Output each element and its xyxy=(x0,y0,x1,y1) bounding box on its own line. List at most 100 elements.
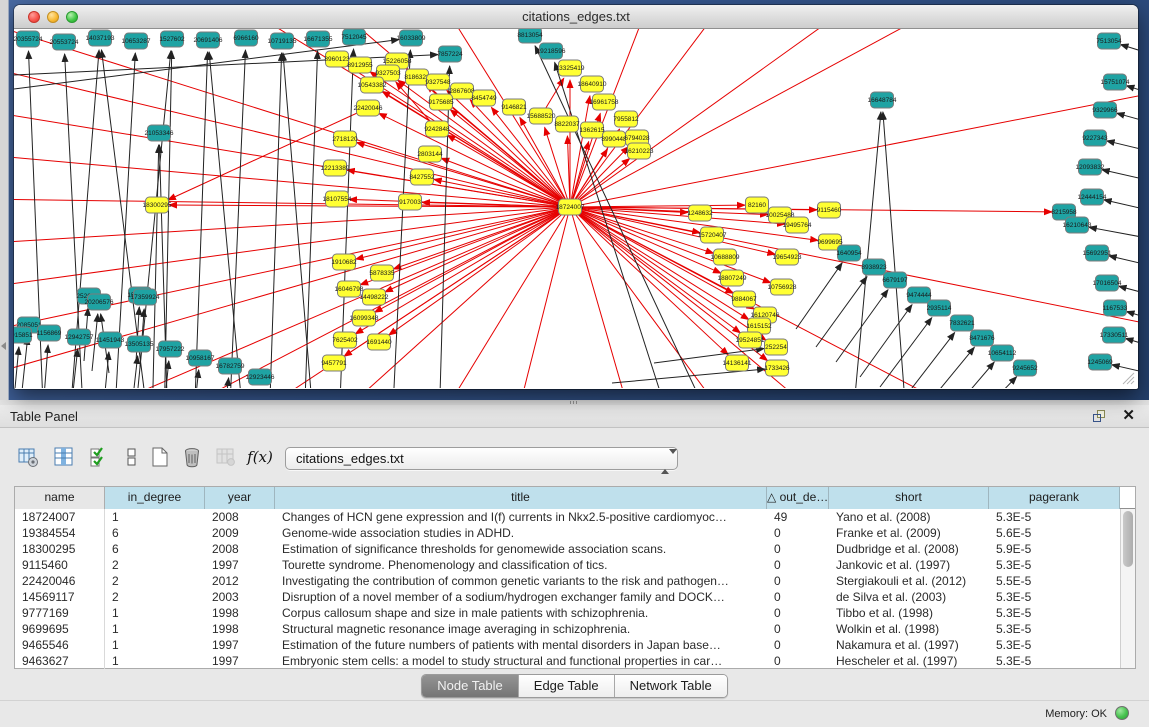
graph-node-yellow[interactable]: 2803144 xyxy=(417,146,443,162)
graph-edge[interactable] xyxy=(283,53,314,388)
graph-node-yellow[interactable]: 12213389 xyxy=(321,160,350,176)
scrollbar-thumb[interactable] xyxy=(1123,511,1133,567)
graph-edge[interactable] xyxy=(816,277,867,347)
graph-edge[interactable] xyxy=(902,333,955,388)
graph-node-yellow[interactable]: 7625402 xyxy=(332,332,358,348)
select-rows-button[interactable] xyxy=(86,443,114,471)
graph-edge[interactable] xyxy=(434,207,570,388)
graph-node-teal[interactable]: 20355724 xyxy=(14,31,43,47)
graph-edge[interactable] xyxy=(269,53,282,388)
table-row[interactable]: 1456911722003Disruption of a novel membe… xyxy=(15,589,1135,605)
graph-node-yellow[interactable]: 10756928 xyxy=(768,279,797,295)
graph-node-yellow[interactable]: 9242848 xyxy=(424,121,450,137)
graph-node-yellow[interactable]: 15688520 xyxy=(527,108,556,124)
graph-node-teal[interactable]: 16648784 xyxy=(868,92,897,108)
graph-node-teal[interactable]: 7512045 xyxy=(341,29,367,45)
graph-node-teal[interactable]: 12444154 xyxy=(1078,189,1107,205)
graph-node-teal[interactable]: 8813054 xyxy=(517,29,543,43)
graph-node-teal[interactable]: 17330511 xyxy=(1100,327,1129,343)
graph-edge[interactable] xyxy=(922,347,974,388)
close-panel-icon[interactable]: ✕ xyxy=(1122,408,1135,424)
graph-node-teal[interactable]: 10654112 xyxy=(988,345,1017,361)
graph-edge[interactable] xyxy=(570,96,590,207)
graph-node-teal[interactable]: 8471676 xyxy=(969,330,995,346)
graph-node-yellow[interactable]: 9115460 xyxy=(817,202,842,218)
graph-node-yellow[interactable]: 19495764 xyxy=(783,217,812,233)
graph-edge[interactable] xyxy=(392,50,410,388)
graph-edge[interactable] xyxy=(860,305,912,377)
graph-node-yellow[interactable]: 8990448 xyxy=(601,131,627,147)
graph-node-yellow[interactable]: 1910682 xyxy=(331,254,357,270)
table-row[interactable]: 911546021997Tourette syndrome. Phenomeno… xyxy=(15,557,1135,573)
graph-node-teal[interactable]: 17359924 xyxy=(131,289,160,305)
graph-edge[interactable] xyxy=(570,29,654,207)
graph-node-yellow[interactable]: 16210223 xyxy=(625,143,654,159)
graph-edge[interactable] xyxy=(447,135,570,207)
graph-node-yellow[interactable]: 18107554 xyxy=(323,191,352,207)
graph-node-yellow[interactable]: 8912955 xyxy=(347,57,373,73)
graph-edge[interactable] xyxy=(132,356,138,388)
tab-node-table[interactable]: Node Table xyxy=(422,675,519,697)
graph-node-teal[interactable]: 7832621 xyxy=(949,315,975,331)
graph-node-teal[interactable]: 6966160 xyxy=(233,30,259,46)
graph-node-teal[interactable]: 9245652 xyxy=(1012,360,1038,376)
graph-node-teal[interactable]: 16782759 xyxy=(216,358,245,374)
new-column-button[interactable] xyxy=(146,443,174,471)
graph-node-teal[interactable]: 9329966 xyxy=(1092,102,1118,118)
graph-node-yellow[interactable]: 18300295 xyxy=(143,197,172,213)
graph-node-yellow[interactable]: 1733426 xyxy=(764,360,790,376)
graph-node-yellow[interactable]: 9884067 xyxy=(731,291,757,307)
graph-node-teal[interactable]: 20691406 xyxy=(194,32,223,48)
graph-node-teal[interactable]: 10719135 xyxy=(268,33,297,49)
graph-node-yellow[interactable]: 252254 xyxy=(765,339,788,355)
delete-column-button[interactable] xyxy=(178,443,206,471)
graph-node-yellow[interactable]: 22420046 xyxy=(354,100,383,116)
delete-table-button[interactable] xyxy=(212,443,240,471)
graph-node-yellow[interactable]: 16961758 xyxy=(590,94,619,110)
graph-node-yellow[interactable]: 8822037 xyxy=(554,116,580,132)
graph-node-yellow[interactable]: 14498222 xyxy=(360,289,389,305)
graph-node-yellow[interactable]: 19654923 xyxy=(773,249,802,265)
graph-node-yellow[interactable]: 5878335 xyxy=(369,265,395,281)
graph-node-yellow[interactable]: 8960123 xyxy=(324,51,350,67)
graph-node-yellow[interactable]: 15720407 xyxy=(698,227,727,243)
graph-node-teal[interactable]: 12942757 xyxy=(65,329,94,345)
graph-node-yellow[interactable]: 9327548 xyxy=(425,74,451,90)
graph-node-teal[interactable]: 13505135 xyxy=(125,336,154,352)
column-header-title[interactable]: title xyxy=(275,487,767,509)
graph-node-teal[interactable]: 21053346 xyxy=(145,125,174,141)
function-builder-button[interactable]: f(x) xyxy=(246,443,274,471)
graph-node-teal[interactable]: 9227343 xyxy=(1082,130,1108,146)
graph-node-yellow[interactable]: 18640910 xyxy=(578,76,607,92)
graph-node-yellow[interactable]: 18724007 xyxy=(556,199,585,215)
table-row[interactable]: 946362711997Embryonic stem cells: a mode… xyxy=(15,653,1135,669)
graph-edge[interactable] xyxy=(136,307,139,362)
graph-node-teal[interactable]: 1640954 xyxy=(836,245,862,261)
row-height-button[interactable] xyxy=(118,443,146,471)
graph-edge[interactable] xyxy=(836,290,888,362)
graph-node-teal[interactable]: 1527602 xyxy=(159,31,185,47)
graph-node-yellow[interactable]: 8427552 xyxy=(409,169,435,185)
left-split-divider[interactable] xyxy=(0,0,9,400)
graph-node-yellow[interactable]: 10543382 xyxy=(358,77,387,93)
graph-node-teal[interactable]: 15751074 xyxy=(1101,74,1130,90)
graph-node-yellow[interactable]: 14136141 xyxy=(723,355,752,371)
graph-node-teal[interactable]: 17016504 xyxy=(1093,275,1122,291)
graph-node-teal[interactable]: 1167533 xyxy=(1103,300,1128,316)
show-columns-button[interactable] xyxy=(50,443,78,471)
tab-edge-table[interactable]: Edge Table xyxy=(519,675,615,697)
table-row[interactable]: 977716911998Corpus callosum shape and si… xyxy=(15,605,1135,621)
graph-node-teal[interactable]: 7857224 xyxy=(437,46,463,62)
graph-edge[interactable] xyxy=(570,89,1138,207)
graph-edge[interactable] xyxy=(796,263,842,329)
graph-node-teal[interactable]: 20206576 xyxy=(85,294,114,310)
graph-node-yellow[interactable]: 16099348 xyxy=(350,310,379,326)
graph-node-yellow[interactable]: 2718120 xyxy=(332,131,358,147)
graph-edge[interactable] xyxy=(1107,141,1138,157)
column-header-pagerank[interactable]: pagerank xyxy=(989,487,1120,509)
graph-node-yellow[interactable]: 917003 xyxy=(399,194,422,210)
graph-edge[interactable] xyxy=(22,337,28,388)
graph-edge[interactable] xyxy=(570,205,745,207)
graph-node-yellow[interactable]: 7955812 xyxy=(613,111,639,127)
graph-edge[interactable] xyxy=(1125,338,1138,353)
